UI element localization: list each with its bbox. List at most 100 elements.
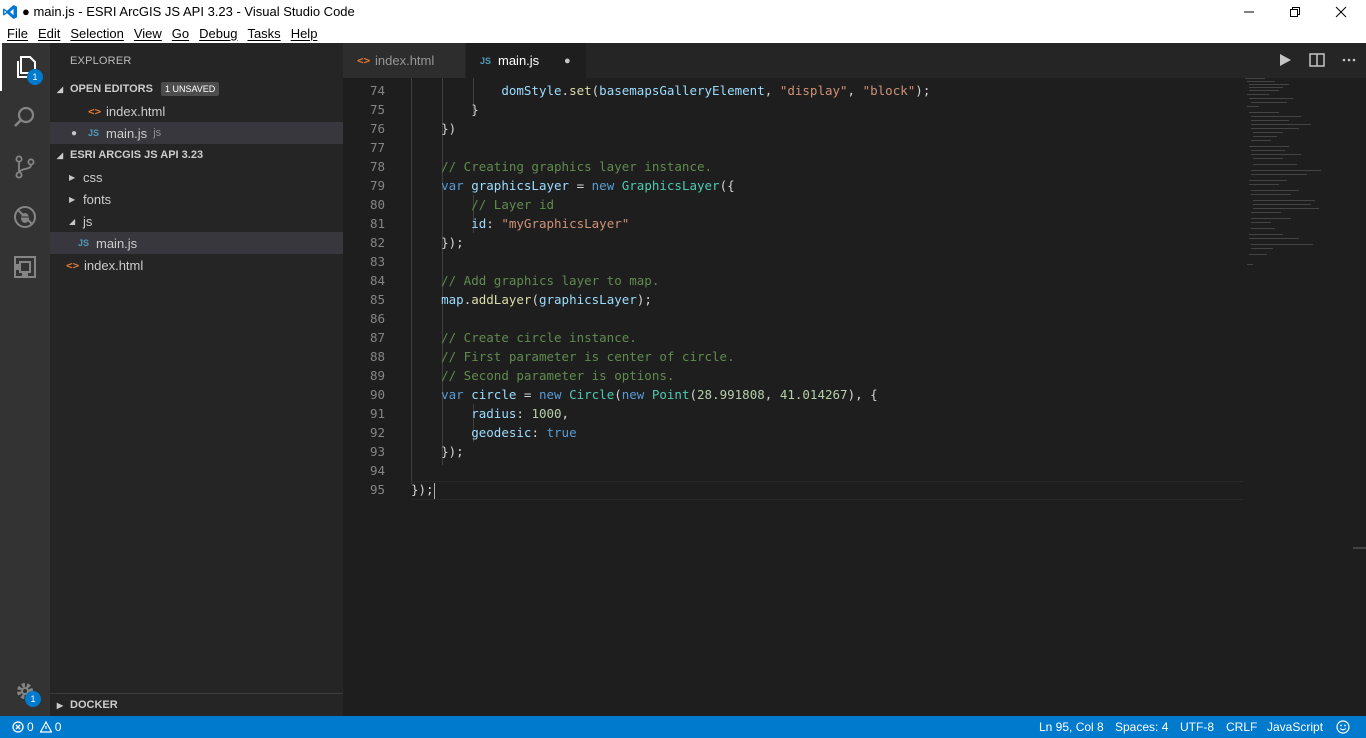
menu-go[interactable]: Go	[167, 26, 194, 41]
code-line: // Second parameter is options.	[441, 368, 675, 383]
folder-js[interactable]: ◢ js	[50, 210, 343, 232]
docker-label: DOCKER	[70, 699, 118, 711]
open-editors-label: OPEN EDITORS	[70, 83, 153, 95]
menu-edit[interactable]: Edit	[33, 26, 65, 41]
sidebar-title: EXPLORER	[70, 55, 132, 67]
line-number: 92	[369, 425, 385, 440]
line-number: 91	[369, 406, 385, 421]
chevron-right-icon: ▶	[69, 172, 76, 182]
line-number: 76	[369, 121, 385, 136]
extensions-activity-button[interactable]	[0, 243, 50, 291]
language-mode[interactable]: JavaScript	[1267, 716, 1323, 738]
menu-view[interactable]: View	[129, 26, 167, 41]
line-number: 78	[369, 159, 385, 174]
problems-indicator[interactable]: 0 0	[12, 716, 61, 738]
menu-help[interactable]: Help	[286, 26, 323, 41]
file-label: main.js	[96, 235, 138, 251]
cursor-position[interactable]: Ln 95, Col 8	[1039, 716, 1104, 738]
unsaved-dot-icon[interactable]: ●	[564, 55, 571, 67]
line-number: 80	[369, 197, 385, 212]
source-control-activity-button[interactable]	[0, 143, 50, 191]
close-icon[interactable]	[1318, 0, 1364, 23]
code-line: domStyle.set(basemapsGalleryElement, "di…	[501, 83, 931, 98]
open-editor-label: index.html	[106, 103, 166, 119]
code-editor[interactable]: 74 75 76 77 78 79 80 81 82 83 84 85 86 8…	[343, 78, 1366, 716]
manage-activity-button[interactable]: 1	[0, 667, 50, 715]
line-number: 87	[369, 330, 385, 345]
line-number: 79	[369, 178, 385, 193]
code-line: });	[411, 444, 464, 459]
debug-icon	[14, 206, 36, 228]
debug-activity-button[interactable]	[0, 193, 50, 241]
code-line: var circle = new Circle(new Point(28.991…	[441, 387, 878, 402]
line-number: 81	[369, 216, 385, 231]
search-icon	[14, 106, 35, 127]
title-bar: ● main.js - ESRI ArcGIS JS API 3.23 - Vi…	[0, 0, 1366, 23]
file-main-js[interactable]: JS main.js	[50, 232, 343, 254]
minimize-icon[interactable]	[1226, 0, 1272, 23]
scrollbar[interactable]	[1353, 547, 1366, 549]
indentation[interactable]: Spaces: 4	[1115, 716, 1168, 738]
tab-label: index.html	[375, 53, 435, 68]
line-number: 83	[369, 254, 385, 269]
code-line: // First parameter is center of circle.	[441, 349, 735, 364]
line-endings[interactable]: CRLF	[1226, 716, 1257, 738]
html-file-icon: <>	[88, 104, 102, 118]
open-editors-header[interactable]: ◢ OPEN EDITORS 1 UNSAVED	[50, 78, 343, 100]
project-header[interactable]: ◢ ESRI ARCGIS JS API 3.23	[50, 144, 343, 166]
code-line: });	[411, 235, 464, 250]
menu-debug[interactable]: Debug	[194, 26, 242, 41]
code-line: id: "myGraphicsLayer"	[471, 216, 630, 231]
more-actions-icon[interactable]	[1340, 51, 1358, 69]
html-file-icon: <>	[357, 54, 371, 67]
chevron-right-icon: ▶	[69, 194, 76, 204]
explorer-activity-button[interactable]: 1	[0, 43, 50, 91]
tab-label: main.js	[498, 53, 540, 68]
folder-label: css	[83, 169, 103, 185]
explorer-badge: 1	[27, 69, 43, 85]
menu-file[interactable]: File	[2, 26, 33, 41]
docker-header[interactable]: ▶ DOCKER	[50, 694, 343, 716]
open-editor-item[interactable]: <> index.html	[50, 100, 343, 122]
chevron-down-icon: ◢	[56, 150, 64, 160]
minimap[interactable]	[1243, 78, 1353, 278]
settings-badge: 1	[25, 691, 41, 707]
tab-index-html[interactable]: <> index.html	[343, 43, 465, 78]
feedback-smiley-icon[interactable]	[1336, 716, 1350, 738]
line-number: 85	[369, 292, 385, 307]
menu-tasks[interactable]: Tasks	[242, 26, 285, 41]
code-line: // Create circle instance.	[441, 330, 637, 345]
extensions-icon	[14, 256, 36, 278]
code-line: })	[411, 121, 457, 136]
line-number: 82	[369, 235, 385, 250]
search-activity-button[interactable]	[0, 93, 50, 141]
status-bar: 0 0 Ln 95, Col 8 Spaces: 4 UTF-8 CRLF Ja…	[0, 716, 1366, 738]
menu-selection[interactable]: Selection	[65, 26, 128, 41]
error-count: 0	[27, 720, 34, 734]
tab-main-js[interactable]: JS main.js ●	[466, 43, 586, 78]
open-editor-hint: js	[153, 127, 162, 139]
folder-label: js	[83, 213, 93, 229]
warning-icon	[39, 721, 52, 733]
error-icon	[12, 721, 24, 733]
folder-css[interactable]: ▶ css	[50, 166, 343, 188]
line-number: 88	[369, 349, 385, 364]
line-number: 93	[369, 444, 385, 459]
code-line: });	[411, 482, 435, 499]
editor-tabs: <> index.html JS main.js ●	[343, 43, 1366, 78]
line-number: 74	[369, 83, 385, 98]
line-number: 90	[369, 387, 385, 402]
chevron-right-icon: ▶	[56, 700, 64, 710]
project-label: ESRI ARCGIS JS API 3.23	[70, 149, 204, 161]
file-index-html[interactable]: <> index.html	[50, 254, 343, 276]
split-editor-icon[interactable]	[1308, 51, 1326, 69]
open-editor-item[interactable]: ● JS main.js js	[50, 122, 343, 144]
encoding[interactable]: UTF-8	[1180, 716, 1214, 738]
run-icon[interactable]	[1276, 51, 1294, 69]
restore-icon[interactable]	[1272, 0, 1318, 23]
line-number: 94	[369, 463, 385, 478]
folder-fonts[interactable]: ▶ fonts	[50, 188, 343, 210]
source-control-icon	[15, 155, 35, 179]
js-file-icon: JS	[78, 238, 90, 248]
open-editor-label: main.js	[106, 125, 148, 141]
